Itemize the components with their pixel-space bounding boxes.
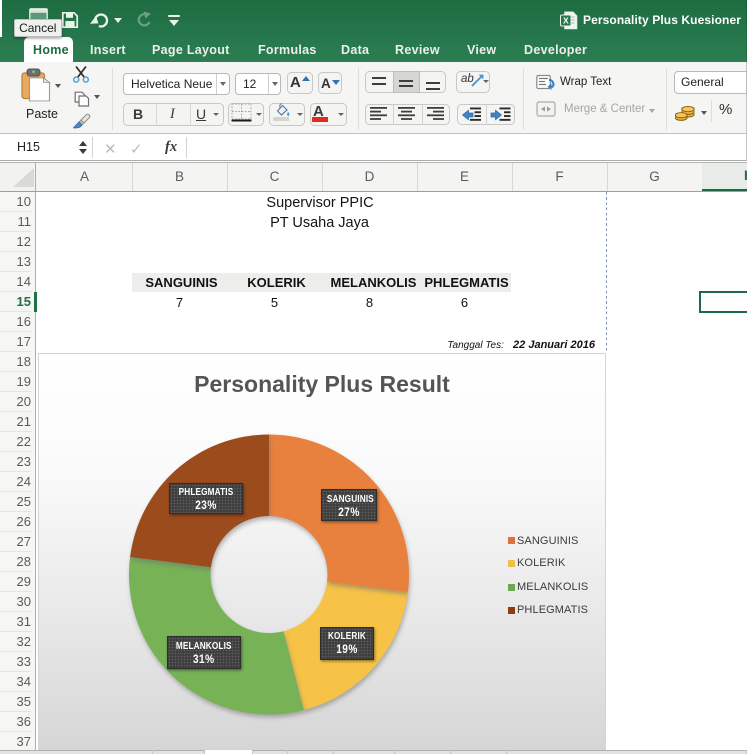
svg-text:X: X bbox=[563, 16, 569, 26]
